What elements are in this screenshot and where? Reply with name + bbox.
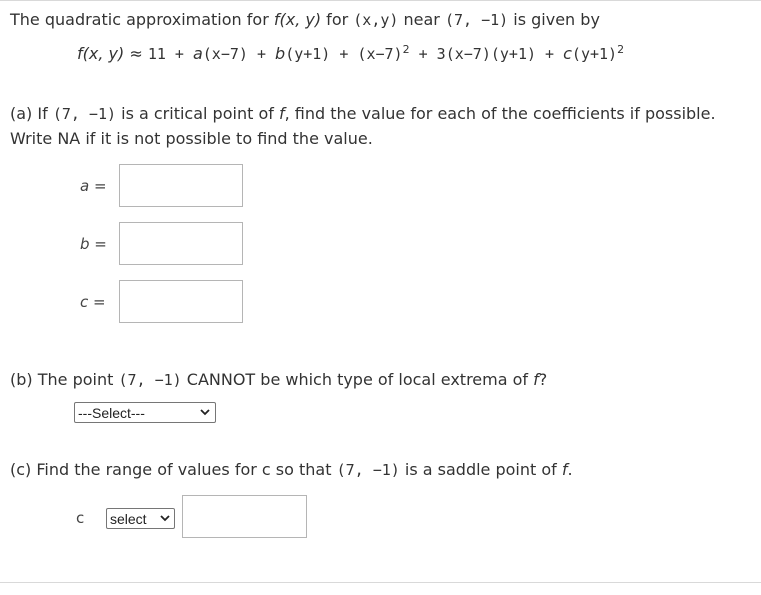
b-input[interactable] — [119, 222, 243, 265]
b-label: b = — [80, 235, 107, 253]
part-b-question: (b) The point (7, −1) CANNOT be which ty… — [10, 370, 548, 389]
c-range-input[interactable] — [182, 495, 307, 538]
part-a-instruction: Write NA if it is not possible to find t… — [10, 129, 373, 148]
bottom-divider — [0, 582, 761, 583]
inequality-select-value: select — [110, 510, 147, 527]
c-label: c = — [80, 293, 106, 311]
chevron-down-icon — [200, 409, 210, 416]
a-input[interactable] — [119, 164, 243, 207]
inequality-select[interactable]: select — [106, 508, 175, 529]
extrema-type-select[interactable]: ---Select--- — [74, 402, 216, 423]
part-a-question: (a) If (7, −1) is a critical point of f,… — [10, 104, 716, 123]
c-input[interactable] — [119, 280, 243, 323]
chevron-down-icon — [160, 515, 170, 522]
part-c-question: (c) Find the range of values for c so th… — [10, 460, 573, 479]
intro-text: The quadratic approximation for f(x, y) … — [10, 10, 600, 29]
a-label: a = — [80, 177, 107, 195]
c-range-label: c — [76, 509, 85, 527]
extrema-type-select-value: ---Select--- — [78, 404, 145, 421]
top-divider — [0, 0, 761, 1]
approximation-formula: f(x, y) ≈ 11 + a(x−7) + b(y+1) + (x−7)2 … — [77, 43, 625, 63]
